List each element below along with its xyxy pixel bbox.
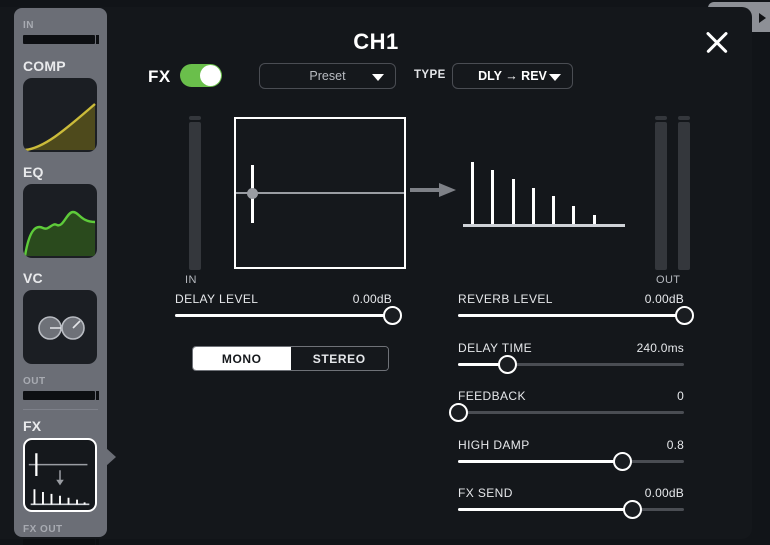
feedback-track[interactable] xyxy=(458,411,684,414)
delay-time-knob[interactable] xyxy=(498,355,517,374)
delay-graph[interactable] xyxy=(234,117,406,269)
sidebar-item-eq[interactable] xyxy=(23,184,97,258)
fx-send-label: FX SEND xyxy=(458,486,513,500)
fx-editor-window: CH1 FX Preset TYPE DLY → REV IN xyxy=(0,0,770,545)
decay-bar xyxy=(532,188,535,224)
delay-level-fill xyxy=(175,314,392,317)
decay-bar xyxy=(512,179,515,224)
eq-curve-icon xyxy=(23,184,97,258)
delay-level-label: DELAY LEVEL xyxy=(175,292,258,306)
delay-level-knob[interactable] xyxy=(383,306,402,325)
chevron-down-icon xyxy=(372,74,384,81)
channel-sidebar: IN COMP EQ VC xyxy=(14,8,107,537)
in-meter xyxy=(189,122,201,270)
out-meter-right-cap xyxy=(678,116,690,120)
arrow-right-icon xyxy=(410,183,456,197)
type-dropdown[interactable]: DLY → REV xyxy=(452,63,573,89)
sidebar-item-label-comp: COMP xyxy=(23,58,107,74)
delay-graph-handle[interactable] xyxy=(247,188,258,199)
fx-toggle-label: FX xyxy=(148,67,171,87)
reverb-level-label: REVERB LEVEL xyxy=(458,292,553,306)
mono-stereo-selector[interactable]: MONO STEREO xyxy=(192,346,389,371)
delay-time-value: 240.0ms xyxy=(637,341,684,355)
fx-enable-toggle[interactable] xyxy=(180,64,222,87)
out-meter-right xyxy=(678,122,690,270)
out-meter-left-cap xyxy=(655,116,667,120)
fx-delay-reverb-icon xyxy=(25,440,95,510)
chevron-right-icon xyxy=(759,13,766,23)
mono-button[interactable]: MONO xyxy=(193,347,291,370)
sidebar-fx-out-label: FX OUT xyxy=(23,524,107,535)
reverb-decay-chart xyxy=(463,157,625,227)
delay-graph-axis xyxy=(236,192,404,194)
decay-bar xyxy=(552,196,555,224)
sidebar-item-vc[interactable] xyxy=(23,290,97,364)
sidebar-fx-out-meter-1 xyxy=(23,539,95,545)
high-damp-label: HIGH DAMP xyxy=(458,438,530,452)
fx-send-value: 0.00dB xyxy=(645,486,684,500)
feedback-knob[interactable] xyxy=(449,403,468,422)
fx-send-knob[interactable] xyxy=(623,500,642,519)
in-meter-cap xyxy=(189,116,201,120)
sidebar-out-meter xyxy=(23,391,95,400)
toggle-knob xyxy=(200,65,221,86)
high-damp-value: 0.8 xyxy=(667,438,684,452)
sidebar-out-label: OUT xyxy=(23,376,107,387)
sidebar-item-label-vc: VC xyxy=(23,270,107,286)
decay-baseline xyxy=(463,224,625,227)
sidebar-in-meter xyxy=(23,35,95,44)
sidebar-item-label-fx: FX xyxy=(23,418,107,434)
out-meter-label: OUT xyxy=(656,274,680,286)
chevron-down-icon xyxy=(549,74,561,81)
reverb-level-value: 0.00dB xyxy=(645,292,684,306)
sidebar-in-label: IN xyxy=(23,20,107,31)
reverb-level-knob[interactable] xyxy=(675,306,694,325)
sidebar-item-comp[interactable] xyxy=(23,78,97,152)
sidebar-item-fx[interactable] xyxy=(23,438,97,512)
fx-send-fill xyxy=(458,508,632,511)
vc-knobs-icon xyxy=(23,290,97,364)
sidebar-selection-pointer xyxy=(106,448,116,466)
high-damp-fill xyxy=(458,460,623,463)
high-damp-knob[interactable] xyxy=(613,452,632,471)
reverb-level-fill xyxy=(458,314,684,317)
decay-bar xyxy=(593,215,596,224)
comp-curve-icon xyxy=(23,78,97,152)
in-meter-label: IN xyxy=(185,274,197,286)
feedback-label: FEEDBACK xyxy=(458,389,526,403)
preset-dropdown[interactable]: Preset xyxy=(259,63,396,89)
decay-bar xyxy=(471,162,474,224)
feedback-value: 0 xyxy=(677,389,684,403)
stereo-button[interactable]: STEREO xyxy=(291,347,389,370)
delay-time-label: DELAY TIME xyxy=(458,341,532,355)
decay-bar xyxy=(491,170,494,224)
type-label: TYPE xyxy=(414,69,446,81)
decay-bar xyxy=(572,206,575,224)
page-title: CH1 xyxy=(0,29,752,55)
delay-level-value: 0.00dB xyxy=(353,292,392,306)
out-meter-left xyxy=(655,122,667,270)
sidebar-item-label-eq: EQ xyxy=(23,164,107,180)
close-icon[interactable] xyxy=(700,25,734,59)
